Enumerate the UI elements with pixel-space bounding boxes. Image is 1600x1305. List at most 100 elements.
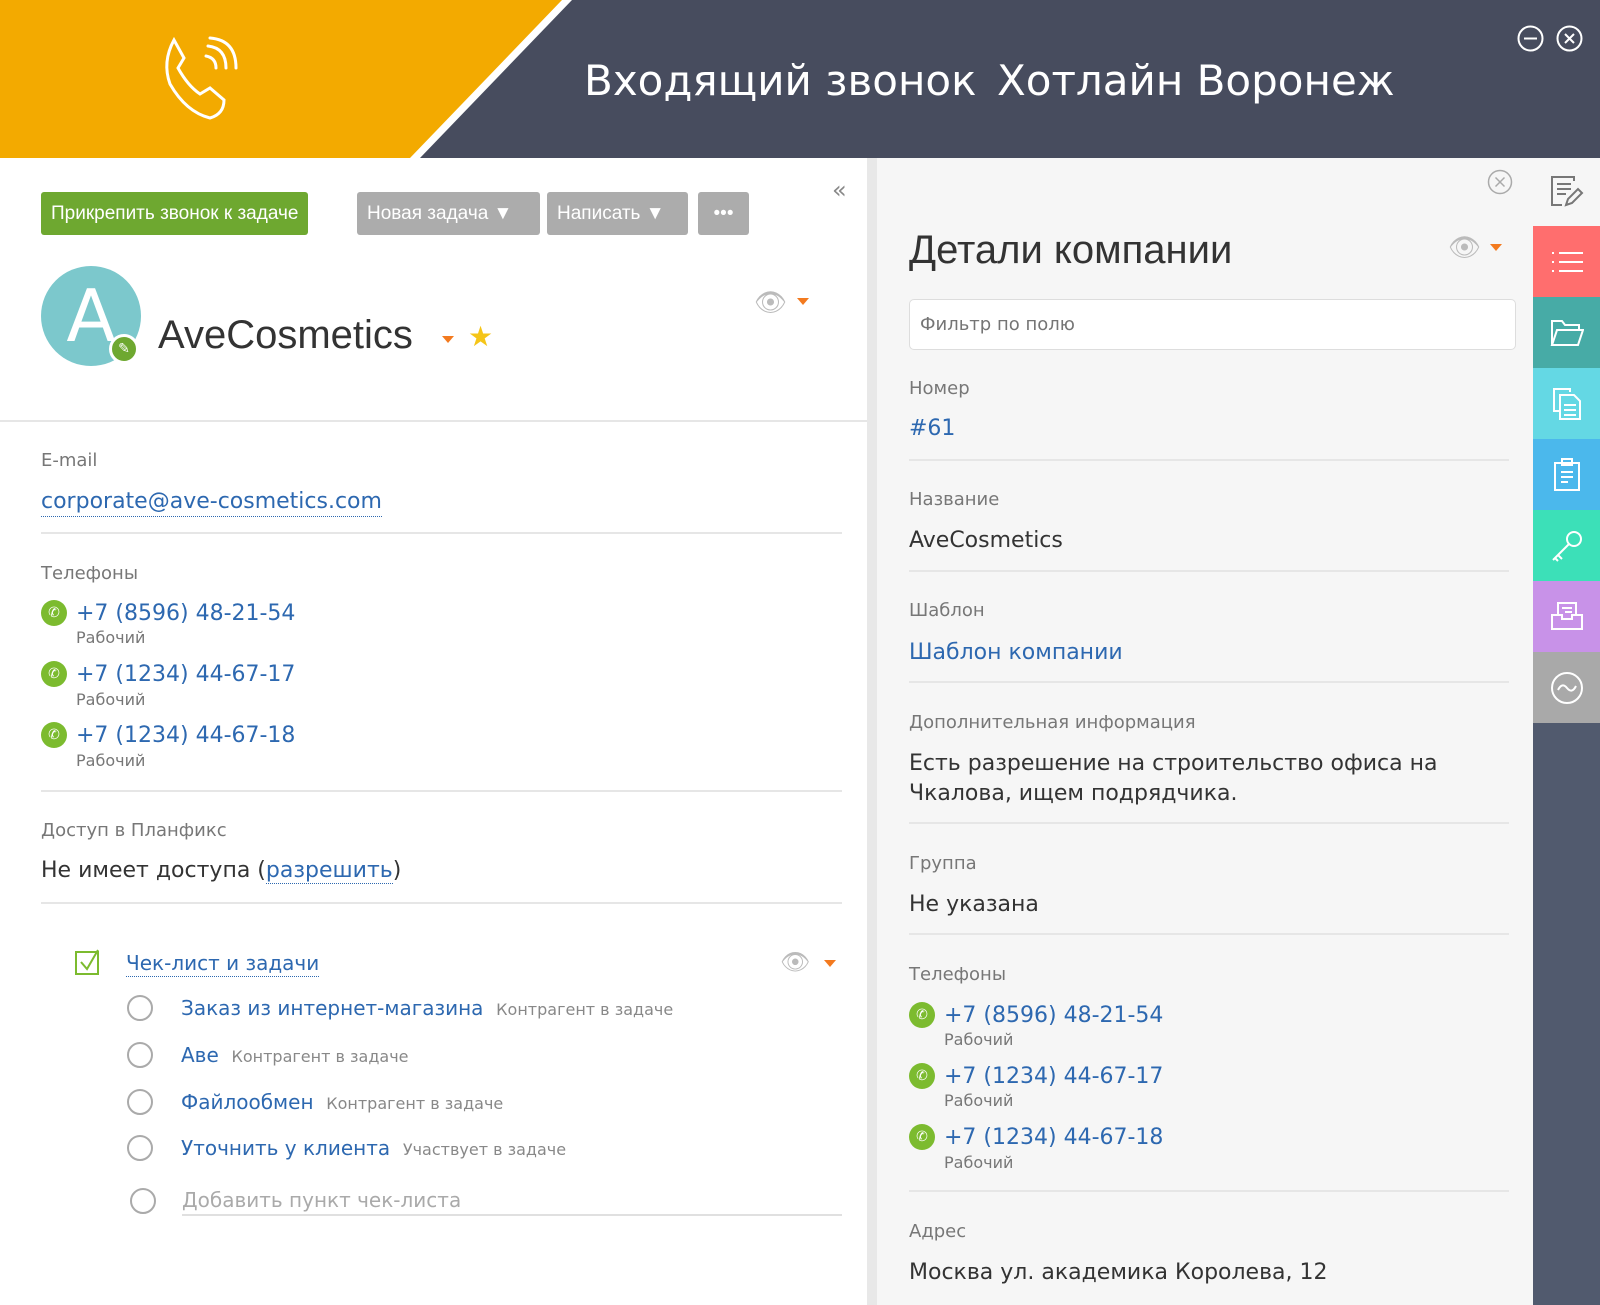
phone-link[interactable]: +7 (1234) 44-67-17: [944, 1063, 1163, 1091]
whatsapp-icon[interactable]: ✆: [909, 1063, 935, 1089]
checklist-item-checkbox[interactable]: [127, 995, 153, 1021]
checklist-item-checkbox[interactable]: [127, 1042, 153, 1068]
wave-icon: [1550, 671, 1583, 704]
close-details-icon[interactable]: [1487, 169, 1513, 195]
template-label: Шаблон: [909, 600, 985, 621]
phone-call-icon: [165, 36, 238, 120]
email-link[interactable]: corporate@ave-cosmetics.com: [41, 488, 382, 517]
more-button[interactable]: •••: [698, 192, 749, 235]
sidebar-documents-button[interactable]: [1533, 368, 1600, 439]
visibility-caret[interactable]: [797, 298, 809, 305]
edit-notes-icon: [1550, 176, 1583, 207]
field-filter-input[interactable]: [909, 299, 1516, 350]
phone-type: Рабочий: [944, 1030, 1014, 1049]
whatsapp-icon[interactable]: ✆: [41, 661, 67, 687]
favorite-star-icon[interactable]: ★: [468, 320, 493, 353]
header-banner: [0, 0, 572, 158]
phone-type: Рабочий: [76, 690, 146, 709]
contact-name: AveCosmetics: [158, 313, 413, 357]
sidebar-access-button[interactable]: [1533, 510, 1600, 581]
checklist-item-link[interactable]: Файлообмен: [181, 1090, 314, 1114]
email-label: E-mail: [41, 450, 98, 471]
details-visibility-eye-icon[interactable]: 👁: [1448, 233, 1481, 263]
phone-link[interactable]: +7 (8596) 48-21-54: [76, 600, 295, 628]
phone-link[interactable]: +7 (8596) 48-21-54: [944, 1002, 1163, 1030]
checklist-item: Файлообмен Контрагент в задаче: [181, 1089, 503, 1117]
divider: [41, 902, 842, 904]
sidebar-folder-button[interactable]: [1533, 297, 1600, 368]
template-link[interactable]: Шаблон компании: [909, 639, 1123, 667]
call-header: Входящий звонок Хотлайн Воронеж: [0, 0, 1600, 158]
call-line-name: Хотлайн Воронеж: [997, 56, 1395, 105]
inbox-icon: [1550, 601, 1583, 630]
close-icon[interactable]: [1556, 25, 1583, 52]
checklist-item-checkbox[interactable]: [127, 1135, 153, 1161]
phone-type: Рабочий: [944, 1153, 1014, 1172]
checklist-visibility-eye-icon[interactable]: 👁: [780, 948, 810, 976]
sidebar-activity-button[interactable]: [1533, 652, 1600, 723]
info-label: Дополнительная информация: [909, 712, 1196, 733]
whatsapp-icon[interactable]: ✆: [909, 1124, 935, 1150]
call-title: Входящий звонок: [584, 56, 977, 105]
access-text-close: ): [392, 858, 402, 883]
phone-link[interactable]: +7 (1234) 44-67-18: [944, 1124, 1163, 1152]
collapse-panel-button[interactable]: «: [832, 176, 847, 204]
checklist-visibility-caret[interactable]: [824, 960, 836, 967]
name-value: AveCosmetics: [909, 528, 1063, 553]
checklist-item-role: Контрагент в задаче: [496, 1000, 674, 1019]
edit-avatar-icon[interactable]: ✎: [109, 334, 139, 364]
divider: [0, 420, 867, 422]
phone-link[interactable]: +7 (1234) 44-67-18: [76, 722, 295, 750]
checklist-item-checkbox[interactable]: [127, 1089, 153, 1115]
add-item-checkbox: [130, 1188, 156, 1214]
sidebar-clipboard-button[interactable]: [1533, 439, 1600, 510]
name-menu-caret[interactable]: [442, 336, 454, 343]
divider: [41, 532, 842, 534]
folder-icon: [1550, 319, 1584, 346]
checklist-item-link[interactable]: Заказ из интернет-магазина: [181, 996, 483, 1020]
group-value: Не указана: [909, 892, 1039, 917]
access-text: Не имеет доступа (: [41, 858, 266, 883]
checklist-item: Аве Контрагент в задаче: [181, 1042, 409, 1070]
divider: [41, 790, 842, 792]
minimize-icon[interactable]: [1517, 25, 1544, 52]
divider: [909, 933, 1509, 935]
phone-type: Рабочий: [76, 751, 146, 770]
checklist-item-link[interactable]: Уточнить у клиента: [181, 1136, 390, 1160]
details-visibility-caret[interactable]: [1490, 244, 1502, 251]
list-icon: [1551, 251, 1583, 272]
divider: [909, 822, 1509, 824]
documents-icon: [1552, 387, 1581, 420]
checklist-item-link[interactable]: Аве: [181, 1043, 219, 1067]
new-task-button[interactable]: Новая задача ▼: [357, 192, 540, 235]
checklist-item-role: Контрагент в задаче: [231, 1047, 409, 1066]
checklist-item: Уточнить у клиента Участвует в задаче: [181, 1135, 566, 1163]
add-checklist-item-input[interactable]: Добавить пункт чек-листа: [182, 1186, 842, 1216]
info-line-2: Чкалова, ищем подрядчика.: [909, 781, 1238, 806]
group-label: Группа: [909, 853, 977, 874]
whatsapp-icon[interactable]: ✆: [41, 600, 67, 626]
checklist-item-role: Участвует в задаче: [402, 1140, 567, 1159]
checklist-title-link[interactable]: Чек-лист и задачи: [126, 950, 320, 977]
access-label: Доступ в Планфикс: [41, 820, 227, 841]
sidebar-inbox-button[interactable]: [1533, 581, 1600, 652]
phone-link[interactable]: +7 (1234) 44-67-17: [76, 661, 295, 689]
number-link[interactable]: #61: [909, 415, 955, 443]
whatsapp-icon[interactable]: ✆: [41, 722, 67, 748]
panel-divider[interactable]: [867, 158, 877, 1305]
divider: [909, 681, 1509, 683]
info-line-1: Есть разрешение на строительство офиса н…: [909, 751, 1438, 776]
attach-call-button[interactable]: Прикрепить звонок к задаче: [41, 192, 309, 235]
visibility-eye-icon[interactable]: 👁: [754, 288, 787, 318]
address-value: Москва ул. академика Королева, 12: [909, 1260, 1328, 1285]
divider: [909, 570, 1509, 572]
checklist-item-role: Контрагент в задаче: [326, 1094, 504, 1113]
name-label: Название: [909, 489, 1000, 510]
phones-label: Телефоны: [41, 563, 139, 584]
allow-access-link[interactable]: разрешить: [265, 858, 393, 884]
sidebar-list-button[interactable]: [1533, 226, 1600, 297]
write-button[interactable]: Написать ▼: [547, 192, 688, 235]
phone-type: Рабочий: [76, 628, 146, 647]
edit-notes-button[interactable]: [1533, 158, 1600, 226]
whatsapp-icon[interactable]: ✆: [909, 1002, 935, 1028]
